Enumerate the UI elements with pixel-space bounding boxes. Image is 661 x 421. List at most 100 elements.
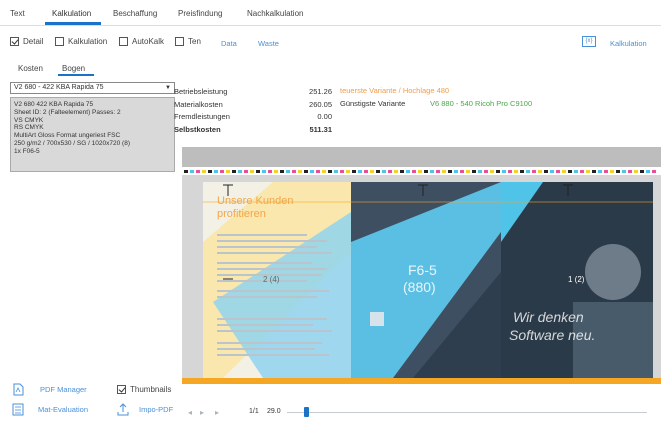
ten-check-box[interactable] [175,36,184,46]
control-strip-patch [238,170,242,173]
main-menu: Text Kalkulation Beschaffung Preisfindun… [0,0,661,26]
app-window: Text Kalkulation Beschaffung Preisfindun… [0,0,661,421]
impo-pdf-button[interactable]: Impo-PDF [117,403,173,416]
summary-value-betriebsleistung: 251.26 [309,87,332,96]
prev-page-icon[interactable]: ▸ [200,408,204,417]
control-strip-patch [256,170,260,173]
control-strip-patch [328,170,332,173]
first-page-icon[interactable]: ◂ [188,408,192,417]
sheet-preview[interactable]: Unsere Kunden profitieren 2 (4) F6-5 (88… [203,182,653,378]
control-strip-patch [190,170,194,173]
pdf-manager-button[interactable]: PDF Manager [12,383,87,396]
control-strip-patch [184,170,188,173]
menu-nachkalkulation[interactable]: Nachkalkulation [247,9,303,18]
menu-preisfindung[interactable]: Preisfindung [178,9,222,18]
control-strip-patch [376,170,380,173]
menu-text[interactable]: Text [10,9,25,18]
control-strip-patch [604,170,608,173]
variable-icon[interactable]: {x} [582,36,596,47]
control-strip-patch [388,170,392,173]
control-strip-patch [634,170,638,173]
active-tab-indicator [45,22,101,25]
control-strip-patch [202,170,206,173]
detail-check-box[interactable] [10,36,19,46]
mat-evaluation-button[interactable]: Mat-Evaluation [12,403,88,416]
control-strip-patch [490,170,494,173]
menu-kalkulation[interactable]: Kalkulation [52,9,91,18]
control-strip-patch [628,170,632,173]
control-strip-patch [196,170,200,173]
last-page-icon[interactable]: ▸ [215,408,219,417]
zoom-slider-track[interactable] [287,412,647,413]
ten-label: Ten [188,36,201,46]
control-strip-patch [532,170,536,173]
slogan-line2: Software neu. [509,327,595,343]
menu-beschaffung[interactable]: Beschaffung [113,9,157,18]
control-strip-patch [298,170,302,173]
summary-label-selbstkosten: Selbstkosten [174,124,221,134]
control-strip-patch [364,170,368,173]
control-strip-patch [550,170,554,173]
control-strip-patch [292,170,296,173]
machine-select[interactable]: V2 680 - 422 KBA Rapida 75 ▼ [10,82,175,94]
control-strip-patch [424,170,428,173]
tab-kosten[interactable]: Kosten [18,64,43,73]
control-strip-patch [436,170,440,173]
control-strip-patch [652,170,656,173]
page-indicator: 1/1 [249,408,259,415]
autokalk-check-box[interactable] [119,36,128,46]
fold-sub: (880) [403,279,436,295]
pdf-manager-label: PDF Manager [40,385,87,394]
control-strip-patch [316,170,320,173]
cheapest-variant-value[interactable]: V6 880 - 540 Ricoh Pro C9100 [430,99,532,108]
control-strip-patch [268,170,272,173]
control-strip-patch [466,170,470,173]
heading-line2: profitieren [217,208,266,220]
control-strip-patch [412,170,416,173]
zoom-slider-handle[interactable] [304,407,309,417]
info-line: Sheet ID: 2 (Falteelement) Passes: 2 [14,108,121,116]
detail-checkbox[interactable]: Detail [10,36,43,46]
info-line: RS CMYK [14,124,44,132]
info-line: 1x F06-5 [14,147,40,155]
cheapest-variant-label: Günstigste Variante [340,98,406,108]
control-strip-patch [310,170,314,173]
control-strip-patch [454,170,458,173]
control-strip-patch [646,170,650,173]
thumbnails-checkbox[interactable]: Thumbnails [117,384,171,394]
control-strip-patch [592,170,596,173]
control-strip-patch [370,170,374,173]
control-strip-patch [382,170,386,173]
control-strip-patch [544,170,548,173]
waste-link[interactable]: Waste [258,39,279,48]
page-number-left: 2 (4) [263,275,280,284]
control-strip-patch [640,170,644,173]
kalkulation-check-box[interactable] [55,36,64,46]
kalkulation-link[interactable]: Kalkulation [610,39,647,48]
qr-code-icon [370,312,384,326]
control-strip-patch [526,170,530,173]
autokalk-checkbox[interactable]: AutoKalk [119,36,164,46]
control-strip-patch [574,170,578,173]
chevron-down-icon[interactable]: ▼ [165,85,171,91]
control-strip-patch [334,170,338,173]
slogan-line1: Wir denken [513,309,584,325]
control-strip-patch [562,170,566,173]
control-strip-patch [322,170,326,173]
detail-label: Detail [23,36,44,46]
kalkulation-checkbox[interactable]: Kalkulation [55,36,107,46]
data-link[interactable]: Data [221,39,237,48]
control-strip-patch [394,170,398,173]
person-photo [585,244,641,300]
info-line: MultiArt Gloss Format ungeriest FSC [14,132,121,140]
control-strip-patch [514,170,518,173]
thumbnails-check-box[interactable] [117,384,126,394]
ten-checkbox[interactable]: Ten [175,36,201,46]
tab-bogen[interactable]: Bogen [62,64,85,73]
machine-select-value: V2 680 - 422 KBA Rapida 75 [14,84,104,91]
control-strip-patch [358,170,362,173]
sheet-info-box: V2 680 422 KBA Rapida 75 Sheet ID: 2 (Fa… [10,97,175,172]
control-strip-patch [460,170,464,173]
control-strip-patch [418,170,422,173]
control-strip-patch [580,170,584,173]
